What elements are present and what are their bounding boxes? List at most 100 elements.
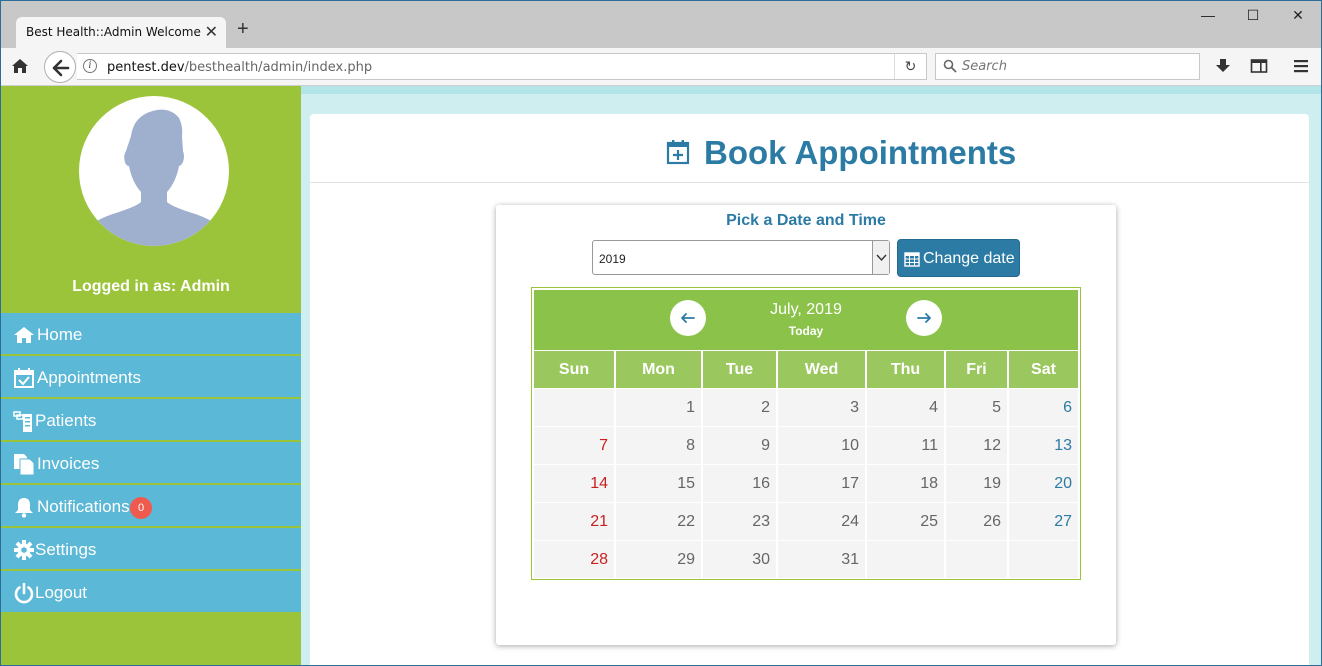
user-silhouette-icon [79,109,229,246]
day-of-week-header: Sun [534,351,614,388]
calendar-day[interactable]: 29 [616,541,701,578]
logged-in-label: Logged in as: Admin [72,278,230,295]
calendar-empty-cell [946,541,1007,578]
close-tab-icon[interactable]: ✕ [205,22,218,42]
calendar: July, 2019 Today Sun Mon Tue Wed Thu Fri… [531,287,1081,580]
sidebar-item-label: Notifications [37,497,130,516]
calendar-day[interactable]: 6 [1009,389,1078,426]
tab-strip: Best Health::Admin Welcome ✕ + — ☐ ✕ [1,1,1321,48]
calendar-day[interactable]: 30 [703,541,776,578]
calendar-day[interactable]: 31 [778,541,865,578]
close-window-icon[interactable]: ✕ [1275,7,1321,24]
download-icon[interactable] [1214,57,1232,75]
page-title: Book Appointments [704,134,1017,171]
calendar-day[interactable]: 10 [778,427,865,464]
sidebar: Logged in as: Admin Home Appointments Pa… [1,86,301,665]
calendar-month-label: July, 2019 [770,301,842,318]
info-icon[interactable]: i [83,59,97,73]
calendar-day[interactable]: 1 [616,389,701,426]
arrow-left-icon [52,59,70,77]
sidebar-item-invoices[interactable]: Invoices [1,442,301,485]
calendar-day[interactable]: 18 [867,465,944,502]
calendar-day[interactable]: 22 [616,503,701,540]
calendar-day[interactable]: 16 [703,465,776,502]
calendar-day[interactable]: 9 [703,427,776,464]
calendar-day[interactable]: 8 [616,427,701,464]
calendar-plus-icon [666,140,690,165]
sidebar-toggle-icon[interactable] [1250,57,1268,75]
day-of-week-header: Mon [616,351,701,388]
calendar-day[interactable]: 25 [867,503,944,540]
calendar-day[interactable]: 13 [1009,427,1078,464]
url-host: pentest.dev [107,60,185,75]
change-date-label: Change date [923,250,1015,267]
calendar-day[interactable]: 3 [778,389,865,426]
minimize-icon[interactable]: — [1185,7,1231,23]
calendar-empty-cell [1009,541,1078,578]
date-picker-card: Pick a Date and Time 2019 Change date Ju… [496,205,1116,645]
calendar-day[interactable]: 15 [616,465,701,502]
calendar-day[interactable]: 28 [534,541,614,578]
maximize-icon[interactable]: ☐ [1230,7,1276,24]
calendar-empty-cell [867,541,944,578]
sidebar-item-appointments[interactable]: Appointments [1,356,301,399]
calendar-day[interactable]: 7 [534,427,614,464]
url-bar[interactable]: i pentest.dev/besthealth/admin/index.php… [77,53,927,80]
sidebar-item-home[interactable]: Home [1,313,301,356]
power-icon [14,582,34,604]
calendar-check-icon [14,368,34,388]
gear-icon [14,540,34,560]
calendar-day[interactable]: 14 [534,465,614,502]
page-header: Book Appointments [310,114,1309,183]
arrow-left-icon [681,313,695,323]
calendar-day[interactable]: 24 [778,503,865,540]
calendar-day[interactable]: 23 [703,503,776,540]
change-date-button[interactable]: Change date [897,239,1020,277]
day-of-week-header: Sat [1009,351,1078,388]
menu-icon[interactable] [1292,57,1310,75]
reload-icon[interactable]: ↻ [894,54,926,79]
calendar-empty-cell [534,389,614,426]
calendar-day[interactable]: 5 [946,389,1007,426]
sidebar-item-label: Home [37,325,83,344]
new-tab-icon[interactable]: + [237,19,249,39]
url-path: /besthealth/admin/index.php [184,60,373,75]
calendar-day[interactable]: 27 [1009,503,1078,540]
year-select-value: 2019 [599,252,626,266]
search-bar [935,53,1200,80]
next-month-button[interactable] [906,300,942,336]
sidebar-item-patients[interactable]: Patients [1,399,301,442]
browser-tab[interactable]: Best Health::Admin Welcome ✕ [16,17,226,48]
home-icon[interactable] [11,57,29,75]
calendar-day[interactable]: 20 [1009,465,1078,502]
calendar-day[interactable]: 11 [867,427,944,464]
sidebar-item-logout[interactable]: Logout [1,571,301,614]
day-of-week-header: Thu [867,351,944,388]
previous-month-button[interactable] [670,300,706,336]
browser-window: Best Health::Admin Welcome ✕ + — ☐ ✕ i p… [0,0,1322,666]
avatar [79,96,229,246]
page-content: Logged in as: Admin Home Appointments Pa… [1,86,1321,665]
year-select[interactable]: 2019 [592,240,890,275]
calendar-day[interactable]: 21 [534,503,614,540]
calendar-day[interactable]: 19 [946,465,1007,502]
calendar-today-link[interactable]: Today [534,324,1078,338]
day-of-week-header: Tue [703,351,776,388]
day-of-week-header: Wed [778,351,865,388]
navigation-bar: i pentest.dev/besthealth/admin/index.php… [1,48,1321,86]
calendar-day[interactable]: 12 [946,427,1007,464]
content-top-border [301,86,1321,94]
sidebar-menu: Home Appointments Patients Invoices Noti… [1,313,301,614]
calendar-day[interactable]: 4 [867,389,944,426]
chevron-down-icon[interactable] [872,241,889,274]
calendar-day[interactable]: 17 [778,465,865,502]
calendar-day[interactable]: 26 [946,503,1007,540]
home-icon [14,327,34,343]
main-panel: Book Appointments Pick a Date and Time 2… [310,114,1309,665]
calendar-day[interactable]: 2 [703,389,776,426]
day-of-week-header: Fri [946,351,1007,388]
calendar-icon [904,252,920,267]
sidebar-item-settings[interactable]: Settings [1,528,301,571]
back-button[interactable] [44,51,76,83]
search-input[interactable] [962,54,1192,79]
